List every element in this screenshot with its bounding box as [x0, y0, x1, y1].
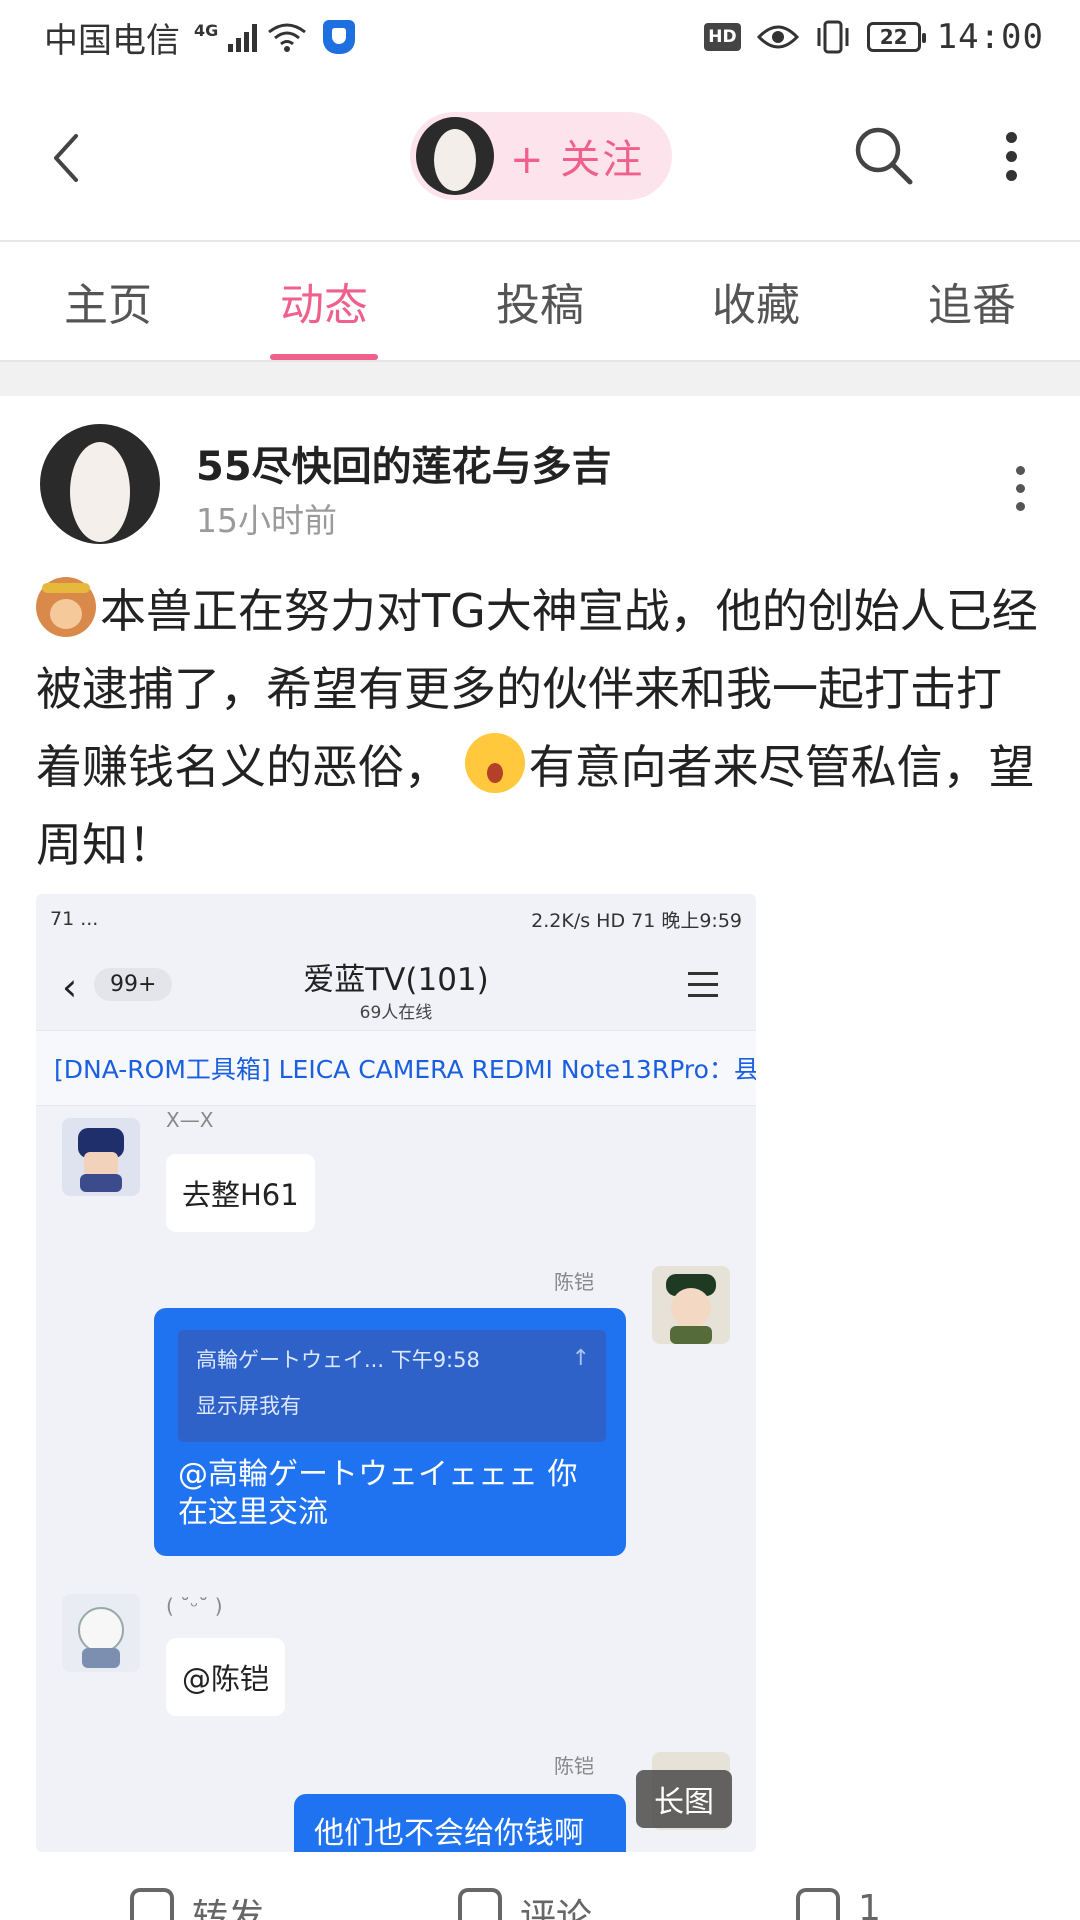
like-count: 1 — [858, 1888, 881, 1920]
network-type: 4G — [194, 20, 219, 40]
image-status-right: 2.2K/s HD 71 晚上9:59 — [531, 909, 742, 932]
battery-icon: 22 — [866, 22, 926, 52]
thumbs-up-icon — [796, 1888, 840, 1920]
image-msg-bubble-1: 去整H61 — [166, 1154, 315, 1232]
like-button[interactable]: 1 — [796, 1888, 881, 1920]
shocked-emoji-icon — [464, 733, 525, 793]
monkey-emoji-icon — [36, 577, 96, 637]
image-chat-title: 爱蓝TV(101) — [303, 962, 489, 998]
back-arrow-icon[interactable] — [44, 128, 94, 188]
vibrate-icon — [817, 20, 849, 54]
tab-favorites[interactable]: 收藏 — [648, 242, 864, 360]
author-avatar[interactable] — [40, 424, 160, 544]
image-msg-name-4: 陈铠 — [554, 1754, 594, 1778]
post-time: 15小时前 — [196, 501, 337, 540]
profile-tabs: 主页 动态 投稿 收藏 追番 — [0, 242, 1080, 360]
image-quote-text: 显示屏我有 — [196, 1394, 301, 1418]
comment-button[interactable]: 评论 — [458, 1888, 592, 1920]
signal-icon — [228, 22, 258, 52]
shield-icon — [323, 20, 356, 54]
image-chat-header: ‹ 99+ 爱蓝TV(101) 69人在线 — [36, 944, 756, 1030]
tab-home[interactable]: 主页 — [0, 242, 216, 360]
comment-icon — [458, 1888, 502, 1920]
forward-button[interactable]: 转发 — [130, 1888, 264, 1920]
comment-label: 评论 — [520, 1897, 593, 1920]
image-avatar-2 — [652, 1266, 730, 1344]
eye-icon — [756, 25, 799, 49]
image-msg-name-3: ( ˘ᵕ˘ ) — [166, 1594, 223, 1618]
follow-label: + 关注 — [510, 137, 645, 183]
image-menu-icon — [688, 972, 718, 1005]
user-avatar — [416, 117, 494, 195]
forward-label: 转发 — [192, 1897, 265, 1920]
tab-submissions[interactable]: 投稿 — [432, 242, 648, 360]
image-msg-bubble-2: 高輪ゲートウェイ... 下午9:58 显示屏我有 ↑ @高輪ゲートウェイェェェ … — [154, 1308, 626, 1556]
top-nav: + 关注 — [0, 74, 1080, 240]
clock: 14:00 — [936, 17, 1044, 57]
follow-button[interactable]: + 关注 — [410, 112, 672, 200]
post-actions: 转发 评论 1 — [0, 1888, 1080, 1920]
image-quote-block: 高輪ゲートウェイ... 下午9:58 显示屏我有 ↑ — [178, 1330, 606, 1442]
post-image[interactable]: 71 ... 2.2K/s HD 71 晚上9:59 ‹ 99+ 爱蓝TV(10… — [36, 894, 756, 1852]
image-msg-text-2: @高輪ゲートウェイェェェ 你在这里交流 — [178, 1457, 578, 1530]
image-announcement-banner: [DNA-ROM工具箱] LEICA CAMERA REDMI Note13RP… — [36, 1030, 756, 1106]
status-bar: 中国电信 4G HD 22 14:00 — [0, 0, 1080, 74]
image-msg-bubble-3: @陈铠 — [166, 1638, 286, 1716]
carrier-label: 中国电信 — [44, 20, 180, 61]
image-status-left: 71 ... — [50, 908, 99, 930]
more-options-icon[interactable] — [996, 128, 1026, 184]
tab-dynamics[interactable]: 动态 — [216, 242, 432, 360]
image-online-count: 69人在线 — [359, 1003, 433, 1023]
forward-icon — [130, 1888, 174, 1920]
tab-following-anime[interactable]: 追番 — [864, 242, 1080, 360]
post-more-icon[interactable] — [1008, 466, 1032, 512]
image-avatar-3 — [62, 1594, 140, 1672]
author-name[interactable]: 55尽快回的莲花与多吉 — [196, 434, 612, 492]
image-quote-title: 高輪ゲートウェイ... 下午9:58 — [196, 1348, 480, 1372]
post-content: 本兽正在努力对TG大神宣战，他的创始人已经被逮捕了，希望有更多的伙伴来和我一起打… — [36, 572, 1046, 884]
hd-icon: HD — [704, 23, 741, 51]
image-msg-name-1: X—X — [166, 1108, 214, 1132]
image-msg-bubble-4: 他们也不会给你钱啊 — [294, 1794, 626, 1852]
section-separator — [0, 362, 1080, 396]
search-icon[interactable] — [852, 124, 916, 188]
wifi-icon — [268, 23, 307, 52]
image-msg-name-2: 陈铠 — [554, 1270, 594, 1294]
long-image-badge: 长图 — [636, 1770, 732, 1828]
image-quote-up-icon: ↑ — [571, 1346, 590, 1371]
image-avatar-1 — [62, 1118, 140, 1196]
image-status-bar: 71 ... 2.2K/s HD 71 晚上9:59 — [36, 894, 756, 944]
